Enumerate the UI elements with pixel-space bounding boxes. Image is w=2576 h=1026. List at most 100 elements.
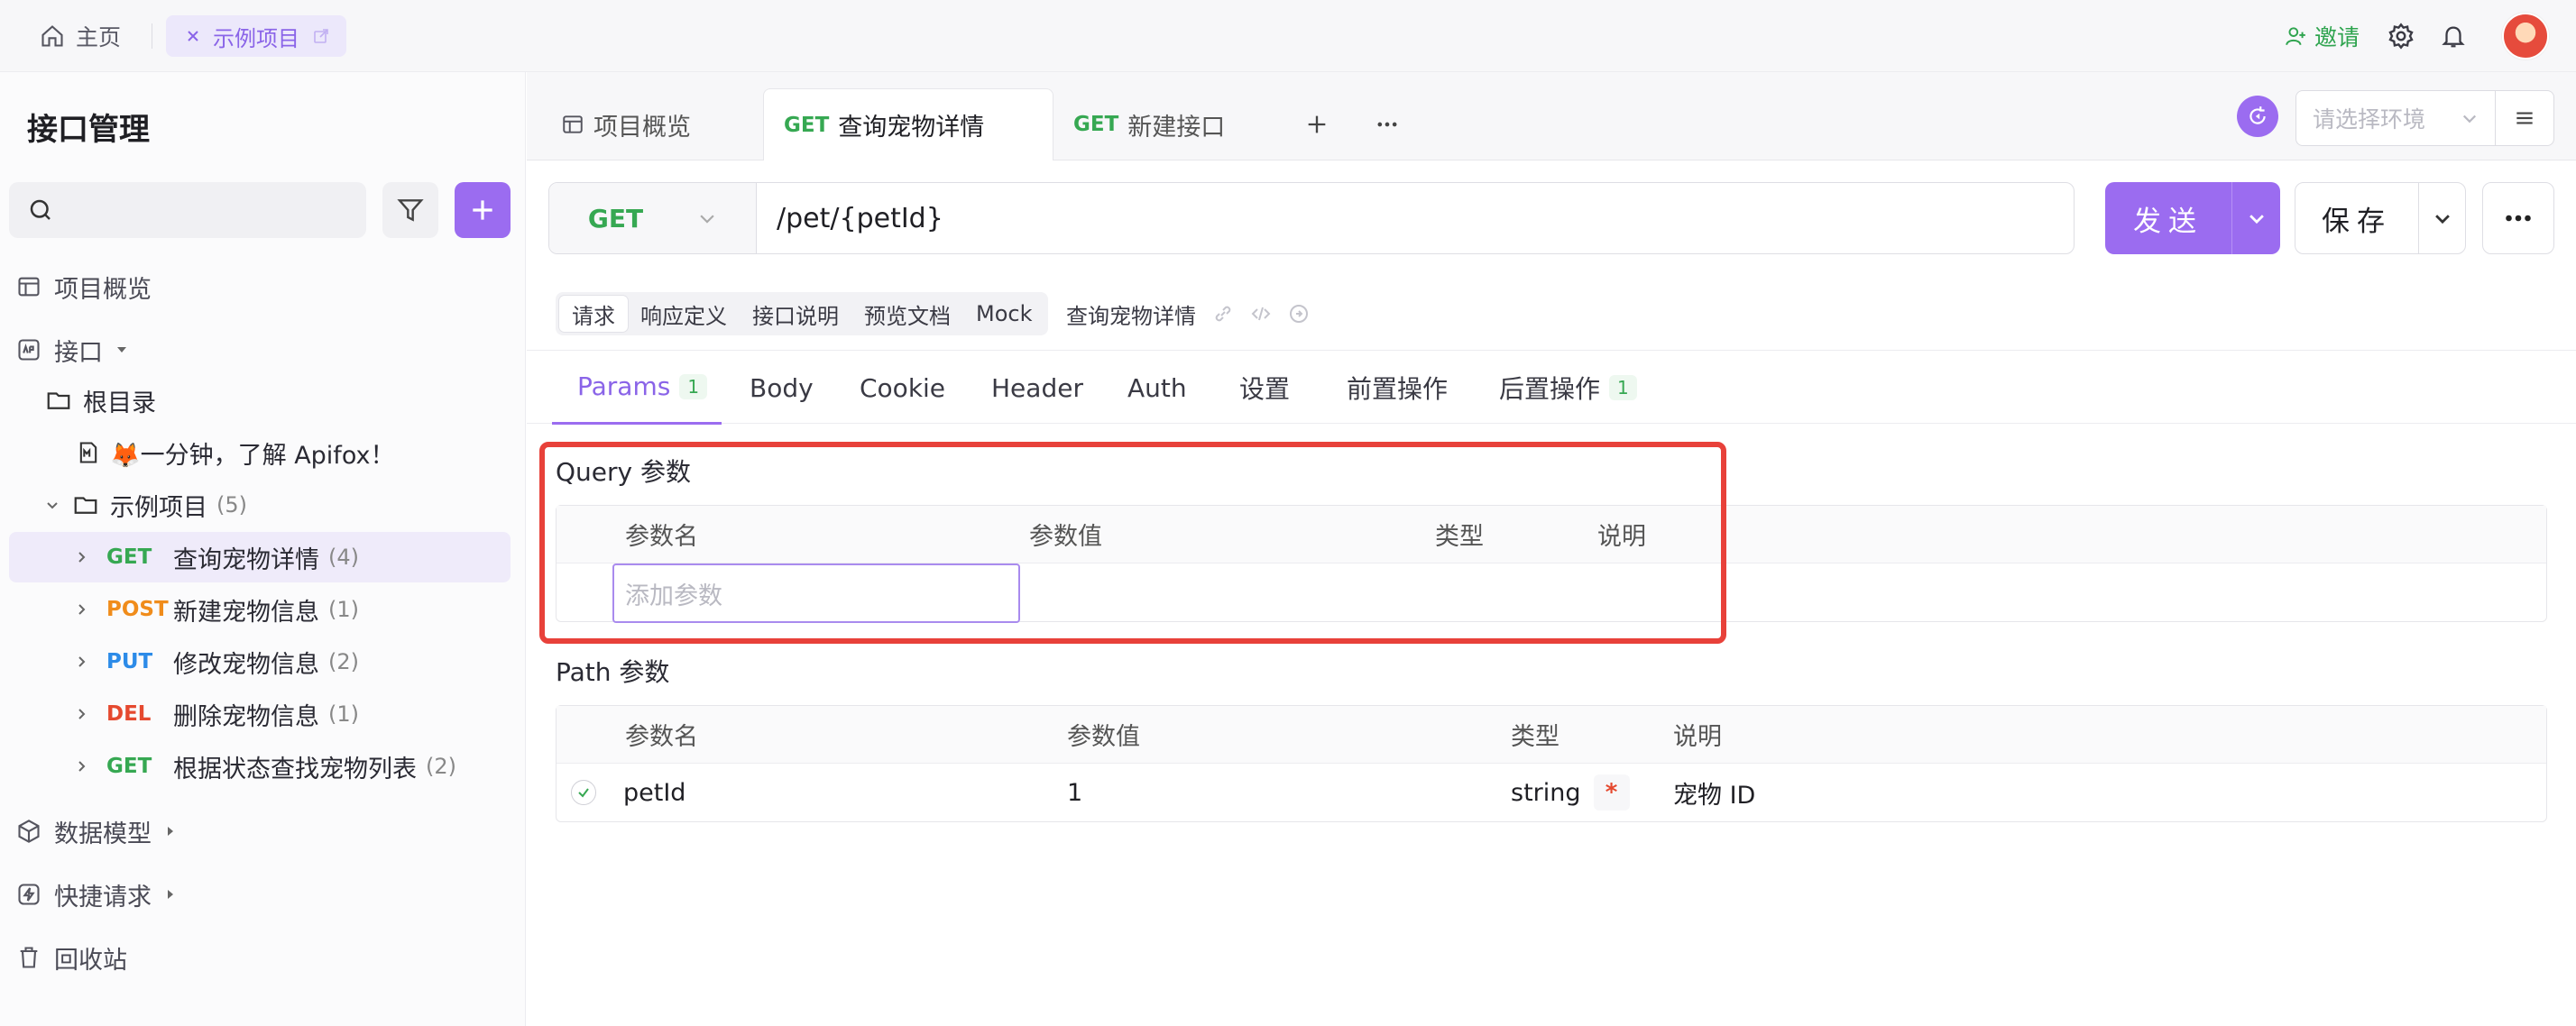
sidebar-item-quick-requests[interactable]: 快捷请求	[16, 869, 177, 920]
link-icon[interactable]	[1212, 303, 1234, 325]
param-type-cell[interactable]: string *	[1511, 764, 1630, 821]
required-marker[interactable]: *	[1593, 774, 1630, 811]
sidebar: 接口管理 项目概览 接口 根目录 🦊一分钟，了解 Apifox！ 示例项目 (5…	[0, 72, 526, 1026]
chevron-right-icon[interactable]	[69, 655, 94, 669]
url-input[interactable]: /pet/{petId}	[757, 183, 2074, 253]
column-header: 参数值	[1029, 523, 1102, 551]
send-dropdown[interactable]	[2231, 182, 2280, 254]
chevron-down-icon[interactable]	[40, 498, 65, 512]
home-label: 主页	[76, 24, 122, 50]
external-link-icon[interactable]	[312, 27, 330, 45]
menu-icon	[2513, 106, 2536, 130]
more-tabs-button[interactable]	[1366, 88, 1409, 160]
new-tab-button[interactable]	[1295, 88, 1339, 160]
add-param-input[interactable]: 添加参数	[612, 563, 1020, 623]
endpoint-item[interactable]: PUT 修改宠物信息 (2)	[9, 637, 511, 687]
chevron-right-icon[interactable]	[69, 550, 94, 564]
subtab-request[interactable]: 请求	[559, 296, 628, 332]
endpoint-count: (2)	[426, 754, 456, 779]
home-button[interactable]: 主页	[40, 18, 121, 54]
more-actions-button[interactable]	[2482, 182, 2554, 254]
tree-item-intro-doc[interactable]: 🦊一分钟，了解 Apifox！	[9, 427, 511, 478]
tab-overview[interactable]: 项目概览	[541, 88, 711, 160]
chevron-right-icon[interactable]	[69, 759, 94, 774]
chevron-right-icon[interactable]	[69, 707, 94, 721]
sidebar-item-interfaces[interactable]: 接口	[16, 325, 128, 375]
sync-button[interactable]	[2237, 96, 2278, 137]
search-icon	[27, 197, 54, 224]
project-tab-label: 示例项目	[213, 25, 299, 51]
tab-params[interactable]: Params 1	[552, 351, 722, 425]
endpoint-count: (4)	[328, 545, 359, 570]
tree-item-group[interactable]: 示例项目 (5)	[9, 480, 511, 530]
count-badge: 1	[679, 373, 708, 399]
tab-body[interactable]: Body	[750, 351, 814, 425]
subtab-interface-description[interactable]: 接口说明	[740, 296, 851, 332]
markdown-icon	[76, 440, 101, 465]
share-icon[interactable]	[1288, 303, 1310, 325]
code-icon[interactable]	[1250, 303, 1272, 325]
enable-checkbox[interactable]	[571, 764, 596, 821]
sidebar-item-overview[interactable]: 项目概览	[16, 261, 152, 312]
endpoint-item[interactable]: POST 新建宠物信息 (1)	[9, 584, 511, 635]
caret-right-icon	[164, 888, 177, 901]
tab-settings[interactable]: 设置	[1239, 351, 1290, 425]
subtab-preview-doc[interactable]: 预览文档	[851, 296, 963, 332]
tab-post-operations[interactable]: 后置操作 1	[1499, 351, 1637, 425]
tab-pre-operations[interactable]: 前置操作	[1347, 351, 1448, 425]
filter-button[interactable]	[382, 182, 438, 238]
column-header: 类型	[1435, 523, 1484, 551]
environment-menu-button[interactable]	[2495, 90, 2554, 146]
sidebar-item-data-models[interactable]: 数据模型	[16, 806, 177, 857]
sidebar-item-label: 接口	[54, 338, 103, 367]
endpoint-name: 新建宠物信息	[173, 598, 319, 627]
count-badge: 1	[1609, 375, 1637, 400]
add-button[interactable]	[455, 182, 511, 238]
filter-icon	[396, 196, 425, 224]
sidebar-item-recycle-bin[interactable]: 回收站	[16, 932, 127, 983]
folder-icon	[45, 387, 72, 414]
method-value: GET	[587, 203, 644, 234]
endpoint-item[interactable]: DEL 删除宠物信息 (1)	[9, 689, 511, 739]
endpoint-name: 根据状态查找宠物列表	[173, 755, 417, 783]
table-header: 参数名 参数值 类型 说明	[557, 506, 2546, 563]
method-tag: GET	[784, 113, 830, 137]
endpoint-name: 删除宠物信息	[173, 702, 319, 731]
add-user-icon	[2284, 24, 2307, 48]
endpoint-count: (1)	[328, 701, 359, 727]
tab-new-interface[interactable]: GET 新建接口	[1053, 88, 1245, 160]
bell-icon[interactable]	[2437, 20, 2470, 52]
close-icon[interactable]	[186, 29, 200, 43]
endpoint-item[interactable]: GET 根据状态查找宠物列表 (2)	[9, 741, 511, 792]
param-value[interactable]: 1	[1067, 764, 1082, 821]
tab-header[interactable]: Header	[991, 351, 1083, 425]
settings-gear-icon[interactable]	[2385, 20, 2417, 52]
top-bar: 主页 示例项目 邀请	[0, 0, 2576, 72]
subtab-response-definition[interactable]: 响应定义	[628, 296, 740, 332]
environment-select[interactable]: 请选择环境	[2295, 90, 2496, 146]
table-row: petId 1 string * 宠物 ID	[557, 764, 2546, 821]
send-button[interactable]: 发送	[2105, 182, 2231, 254]
query-params-table: 参数名 参数值 类型 说明 添加参数	[556, 505, 2547, 623]
endpoint-item[interactable]: GET 查询宠物详情 (4)	[9, 532, 511, 582]
tab-cookie[interactable]: Cookie	[860, 351, 945, 425]
tree-item-root[interactable]: 根目录	[9, 375, 511, 426]
param-description[interactable]: 宠物 ID	[1673, 764, 1755, 821]
method-tag: GET	[106, 755, 152, 778]
invite-button[interactable]: 邀请	[2284, 18, 2360, 54]
method-tag: POST	[106, 598, 169, 621]
column-header: 说明	[1673, 723, 1722, 751]
save-button[interactable]: 保存	[2295, 183, 2418, 253]
tab-auth[interactable]: Auth	[1127, 351, 1187, 425]
save-dropdown[interactable]	[2418, 183, 2465, 253]
project-tab[interactable]: 示例项目	[166, 15, 346, 57]
ellipsis-icon	[2502, 202, 2535, 234]
subtab-mock[interactable]: Mock	[963, 296, 1044, 332]
search-input[interactable]	[9, 182, 366, 238]
param-name[interactable]: petId	[623, 764, 685, 821]
chevron-right-icon[interactable]	[69, 602, 94, 617]
avatar[interactable]	[2502, 13, 2549, 60]
method-tag: GET	[106, 545, 152, 569]
tab-get-pet-detail[interactable]: GET 查询宠物详情	[763, 88, 1053, 160]
method-select[interactable]: GET	[549, 183, 757, 253]
